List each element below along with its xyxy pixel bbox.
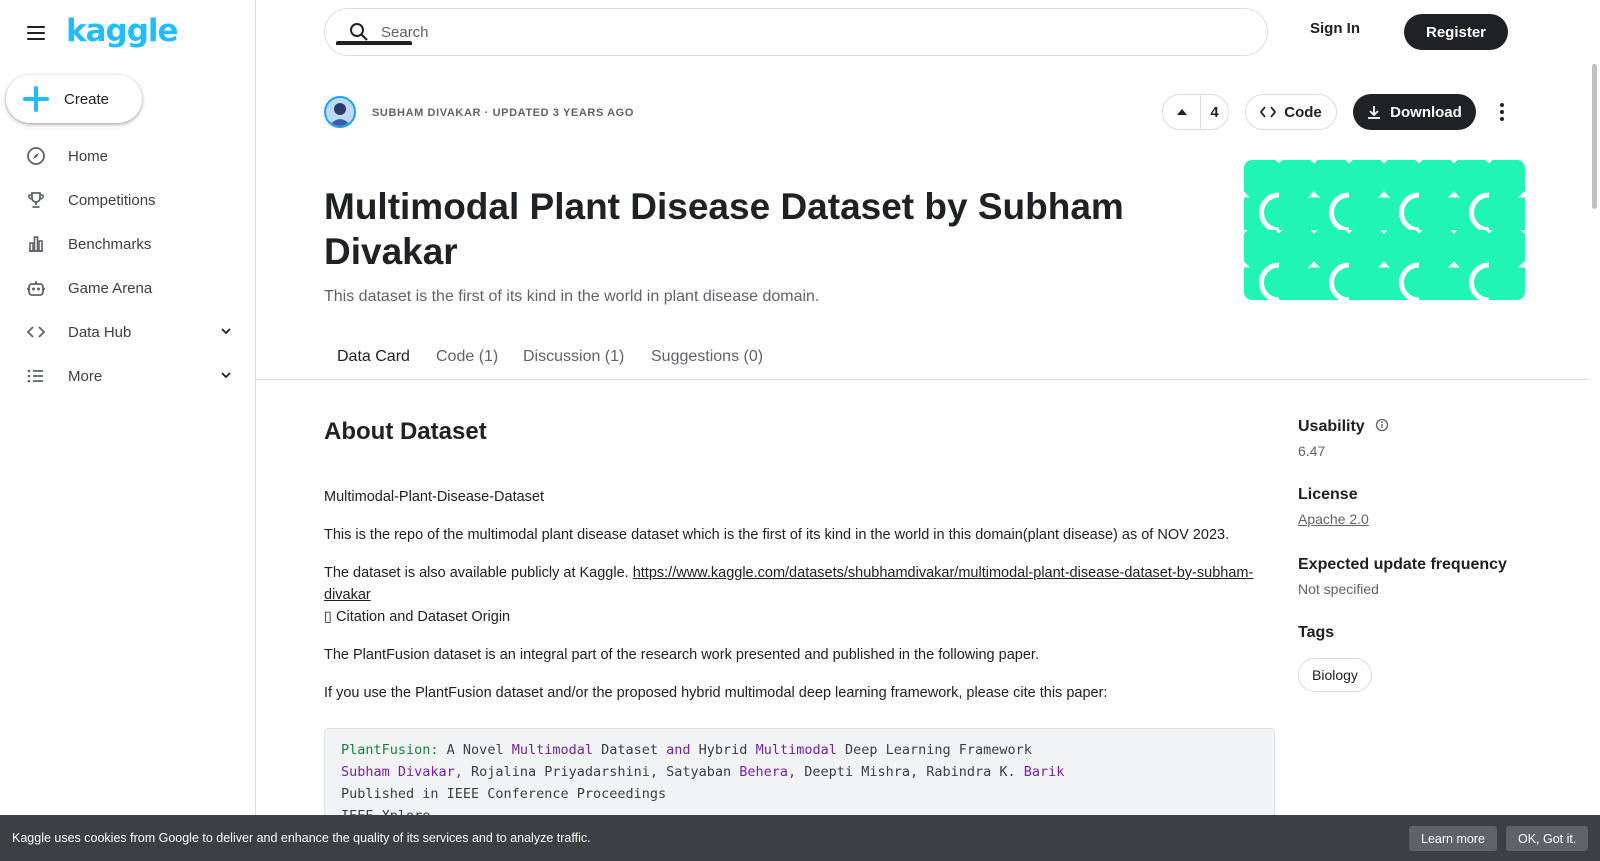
- caret-up-icon: [1176, 109, 1187, 115]
- code-token: Multimodal: [755, 742, 837, 758]
- hamburger-menu-icon[interactable]: [24, 22, 48, 42]
- code-token: A Novel: [438, 742, 512, 758]
- download-button[interactable]: Download: [1353, 94, 1476, 130]
- dataset-title: Multimodal Plant Disease Dataset by Subh…: [324, 186, 1124, 272]
- code-token: Barik: [1023, 764, 1065, 780]
- sidebar: kaggle Create Home Competitions Benchmar…: [0, 0, 256, 861]
- bar-chart-icon: [26, 234, 46, 254]
- search-input[interactable]: [381, 23, 1181, 41]
- usability-section: Usability: [1298, 418, 1389, 436]
- sidebar-item-label: Benchmarks: [68, 235, 152, 253]
- vote-count: 4: [1210, 103, 1219, 121]
- chevron-down-icon[interactable]: [219, 324, 233, 338]
- cookie-banner: Kaggle uses cookies from Google to deliv…: [0, 815, 1600, 861]
- code-token: Subham Divakar,: [341, 764, 463, 780]
- tags-label: Tags: [1298, 624, 1335, 641]
- kaggle-logo[interactable]: kaggle: [66, 13, 179, 49]
- license-link[interactable]: Apache 2.0: [1298, 511, 1369, 527]
- code-token: Behera,: [739, 764, 797, 780]
- citation-heading: ▯ Citation and Dataset Origin: [324, 609, 511, 625]
- dataset-tabs: Data Card Code (1) Discussion (1) Sugges…: [256, 335, 1589, 380]
- tab-discussion[interactable]: Discussion (1): [523, 348, 624, 366]
- trophy-icon: [26, 190, 46, 210]
- upvote-button[interactable]: [1163, 95, 1201, 129]
- dataset-subtitle: This dataset is the first of its kind in…: [324, 288, 820, 305]
- register-button[interactable]: Register: [1404, 14, 1508, 50]
- tag-biology[interactable]: Biology: [1298, 658, 1372, 692]
- sidebar-item-more[interactable]: More: [0, 354, 255, 398]
- tab-data-card[interactable]: Data Card: [337, 348, 410, 366]
- sidebar-nav: Home Competitions Benchmarks Game Arena …: [0, 134, 255, 398]
- vote-widget: 4: [1162, 94, 1229, 130]
- dataset-meta: Subham Divakar · Updated 3 years ago: [372, 107, 634, 119]
- code-button-label: Code: [1284, 103, 1322, 121]
- code-token: Multimodal: [511, 742, 593, 758]
- list-icon: [26, 366, 46, 386]
- download-icon: [1368, 106, 1381, 119]
- tab-suggestions[interactable]: Suggestions (0): [651, 348, 763, 366]
- sidebar-item-home[interactable]: Home: [0, 134, 255, 178]
- page-scrollbar[interactable]: [1592, 64, 1597, 209]
- compass-icon: [26, 146, 46, 166]
- update-frequency-value: Not specified: [1298, 581, 1379, 597]
- search-icon: [350, 23, 368, 41]
- active-tab-indicator: [336, 41, 412, 45]
- avatar-image: [326, 98, 354, 126]
- chevron-down-icon[interactable]: [219, 368, 233, 382]
- code-token: PlantFusion:: [341, 742, 439, 758]
- paragraph: This is the repo of the multimodal plant…: [324, 527, 1230, 543]
- tab-code[interactable]: Code (1): [436, 348, 498, 366]
- paragraph-text: The dataset is also available publicly a…: [324, 565, 633, 581]
- about-dataset-content: Multimodal-Plant-Disease-Dataset This is…: [324, 486, 1284, 720]
- update-frequency-label: Expected update frequency: [1298, 556, 1507, 573]
- cookie-text: Kaggle uses cookies from Google to deliv…: [12, 831, 591, 845]
- code-token: Rojalina Priyadarshini, Satyaban: [462, 764, 740, 780]
- code-token: Deepti Mishra, Rabindra K.: [796, 764, 1024, 780]
- code-line: Published in IEEE Conference Proceedings: [341, 786, 667, 802]
- plus-icon: [23, 86, 49, 112]
- citation-code-block: PlantFusion: A Novel Multimodal Dataset …: [324, 728, 1275, 828]
- code-token: and: [666, 742, 691, 758]
- paragraph: If you use the PlantFusion dataset and/o…: [324, 685, 1108, 701]
- author-avatar[interactable]: [324, 96, 356, 128]
- sidebar-item-data-hub[interactable]: Data Hub: [0, 310, 255, 354]
- more-options-icon[interactable]: [1490, 100, 1514, 124]
- code-token: Dataset: [592, 742, 667, 758]
- cookie-ok-button[interactable]: OK, Got it.: [1506, 826, 1589, 851]
- paragraph: Multimodal-Plant-Disease-Dataset: [324, 489, 544, 505]
- sidebar-item-label: Data Hub: [68, 323, 132, 341]
- create-button[interactable]: Create: [6, 75, 142, 123]
- code-brackets-icon: [26, 322, 46, 342]
- code-token: Hybrid: [690, 742, 756, 758]
- learn-more-button[interactable]: Learn more: [1409, 826, 1497, 851]
- code-token: Deep Learning Framework: [836, 742, 1032, 758]
- sidebar-item-benchmarks[interactable]: Benchmarks: [0, 222, 255, 266]
- sidebar-item-competitions[interactable]: Competitions: [0, 178, 255, 222]
- about-dataset-heading: About Dataset: [324, 418, 487, 445]
- robot-icon: [26, 278, 46, 298]
- sidebar-item-label: More: [68, 367, 103, 385]
- usability-value: 6.47: [1298, 443, 1326, 459]
- create-label: Create: [64, 90, 110, 108]
- sidebar-item-game-arena[interactable]: Game Arena: [0, 266, 255, 310]
- sidebar-item-label: Competitions: [68, 191, 156, 209]
- usability-label: Usability: [1298, 418, 1365, 435]
- sidebar-item-label: Game Arena: [68, 279, 153, 297]
- dataset-cover-image: [1244, 160, 1525, 300]
- license-label: License: [1298, 486, 1358, 503]
- code-icon: [1260, 106, 1277, 118]
- sign-in-button[interactable]: Sign In: [1310, 20, 1360, 37]
- code-button[interactable]: Code: [1245, 94, 1337, 130]
- download-button-label: Download: [1390, 103, 1462, 121]
- search-bar[interactable]: [324, 8, 1268, 56]
- paragraph: The dataset is also available publicly a…: [324, 562, 1284, 606]
- info-icon[interactable]: [1375, 418, 1389, 432]
- sidebar-item-label: Home: [68, 147, 109, 165]
- paragraph: The PlantFusion dataset is an integral p…: [324, 647, 1039, 663]
